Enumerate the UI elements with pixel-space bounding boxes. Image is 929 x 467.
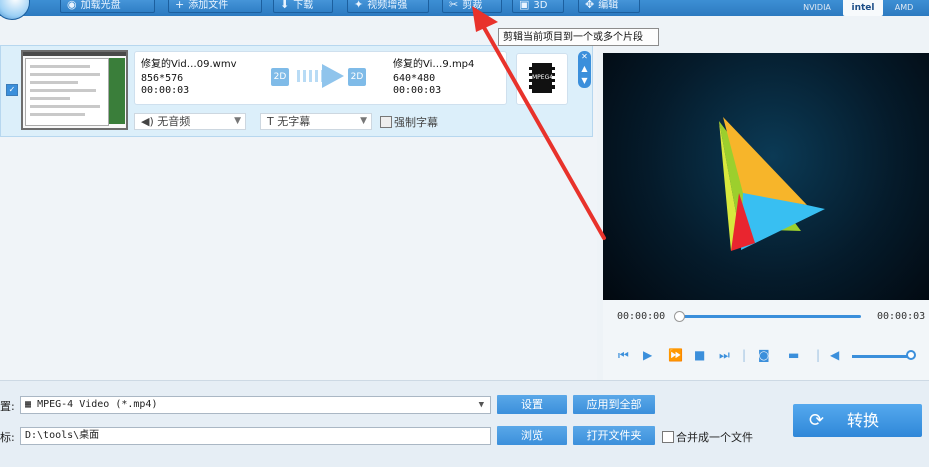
file-checkbox[interactable]: ✓ (6, 84, 18, 96)
volume-icon[interactable]: ◀ (830, 348, 839, 362)
download-button[interactable]: ⬇ 下载 (273, 0, 333, 13)
convert-arrow-icon (322, 64, 344, 88)
total-time: 00:00:03 (877, 311, 926, 322)
convert-button[interactable]: ⟳ 转换 (793, 404, 922, 437)
target-2d-badge: 2D (348, 68, 366, 86)
play-icon[interactable]: ▶ (643, 348, 652, 362)
chevron-down-icon: ▼ (234, 116, 241, 126)
intel-chip[interactable]: intel (843, 0, 883, 16)
skip-back-icon[interactable]: ⏮ (618, 348, 629, 362)
preview-logo (719, 117, 825, 251)
thumbnail-titlebar (23, 52, 126, 56)
force-subtitle-checkbox[interactable] (380, 116, 392, 128)
force-subtitle-label: 强制字幕 (394, 116, 438, 129)
seek-track[interactable] (677, 315, 861, 318)
destination-input[interactable]: D:\tools\桌面 (20, 427, 491, 445)
film-icon: ▦ (25, 399, 32, 410)
chevron-down-icon: ▼ (478, 400, 484, 410)
source-resolution: 856*576 (141, 73, 184, 84)
source-duration: 00:00:03 (141, 85, 190, 96)
video-preview[interactable] (603, 53, 929, 300)
current-time: 00:00:00 (617, 311, 666, 322)
stop-icon[interactable]: ■ (694, 348, 705, 362)
target-resolution: 640*480 (393, 73, 436, 84)
destination-label: 标: (0, 431, 15, 444)
nvidia-chip[interactable]: NVIDIA (797, 0, 837, 16)
annotation-arrow (472, 6, 606, 240)
source-2d-badge: 2D (271, 68, 289, 86)
merge-label: 合并成一个文件 (676, 431, 753, 444)
volume-knob[interactable] (906, 350, 916, 360)
folder-icon[interactable]: ▬ (788, 348, 799, 362)
camera-icon[interactable]: ◙ (758, 348, 770, 362)
add-file-button[interactable]: + 添加文件 (168, 0, 262, 13)
speaker-icon: ◀) (141, 115, 154, 128)
refresh-icon: ⟳ (809, 410, 825, 431)
add-file-icon: + (175, 0, 185, 11)
video-thumbnail[interactable] (21, 50, 128, 130)
load-disc-button[interactable]: ◉ 加载光盘 (60, 0, 155, 13)
download-icon: ⬇ (280, 0, 290, 11)
subtitle-dropdown[interactable]: T 无字幕 ▼ (260, 113, 372, 130)
app-logo (0, 0, 30, 20)
output-settings-bar (0, 380, 929, 467)
convert-arrow-trail (297, 70, 323, 82)
text-icon: T (267, 115, 274, 128)
preset-label: 置: (0, 400, 15, 413)
thumbnail-sidebar (109, 58, 125, 124)
apply-all-button[interactable]: 应用到全部 (573, 395, 655, 414)
skip-forward-icon[interactable]: ⏭ (719, 348, 730, 362)
video-enhance-button[interactable]: ✦ 视频增强 (347, 0, 429, 13)
disc-icon: ◉ (67, 0, 77, 11)
enhance-icon: ✦ (354, 0, 364, 11)
open-folder-button[interactable]: 打开文件夹 (573, 426, 655, 445)
thumbnail-window (25, 58, 109, 126)
volume-track[interactable] (852, 355, 912, 358)
fast-forward-icon[interactable]: ⏩ (668, 348, 683, 362)
settings-button[interactable]: 设置 (497, 395, 567, 414)
preset-dropdown[interactable]: ▦ MPEG-4 Video (*.mp4) ▼ (20, 396, 491, 414)
browse-button[interactable]: 浏览 (497, 426, 567, 445)
merge-checkbox[interactable] (662, 431, 674, 443)
divider: | (816, 348, 821, 362)
seek-knob[interactable] (674, 311, 685, 322)
chevron-down-icon: ▼ (360, 116, 367, 126)
divider: | (742, 348, 747, 362)
amd-chip[interactable]: AMD (886, 0, 922, 16)
source-filename: 修复的Vid…09.wmv (141, 59, 237, 70)
target-duration: 00:00:03 (393, 85, 442, 96)
scissors-icon: ✂ (449, 0, 459, 11)
audio-dropdown[interactable]: ◀) 无音频 ▼ (134, 113, 246, 130)
